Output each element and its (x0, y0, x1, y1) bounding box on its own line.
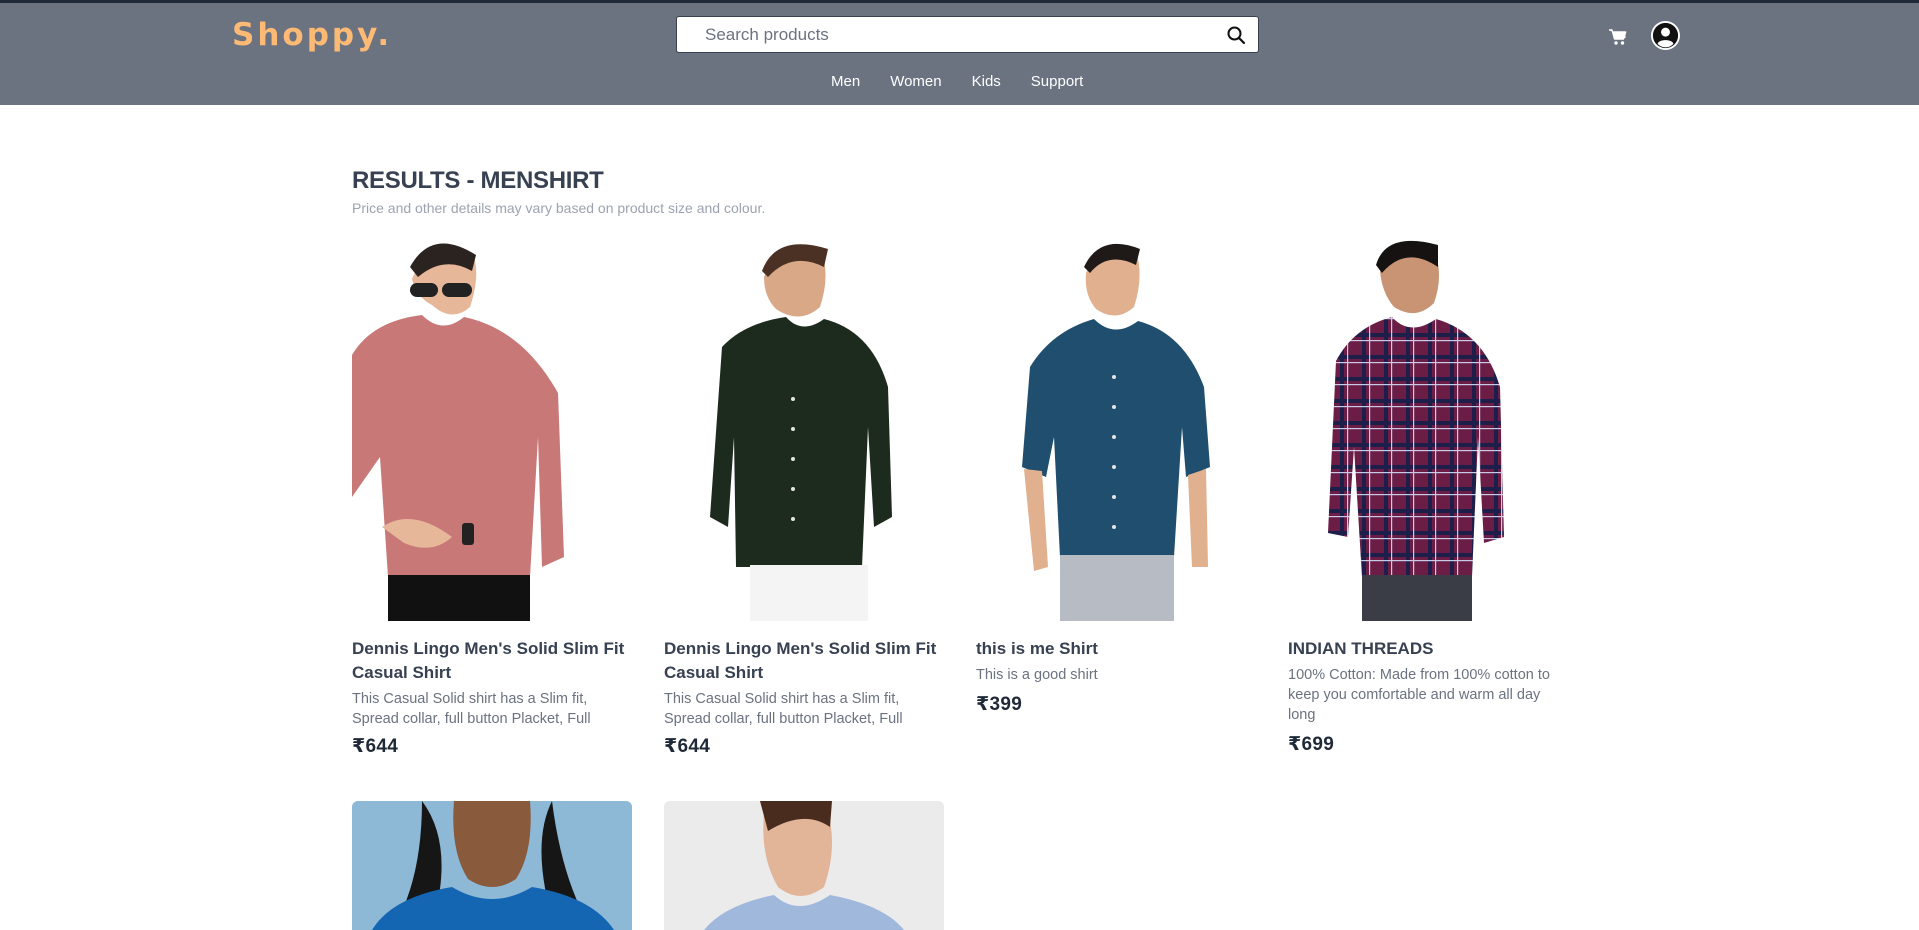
product-image[interactable] (976, 237, 1256, 621)
nav-item-men[interactable]: Men (831, 73, 860, 90)
product-image[interactable] (352, 801, 632, 930)
product-title[interactable]: Dennis Lingo Men's Solid Slim Fit Casual… (352, 637, 632, 685)
results-title: RESULTS - MENSHIRT (352, 167, 604, 194)
product-title[interactable]: this is me Shirt (976, 637, 1256, 661)
nav-item-kids[interactable]: Kids (972, 73, 1001, 90)
results-subtitle: Price and other details may vary based o… (352, 200, 766, 216)
product-image[interactable] (664, 237, 944, 621)
product-price: ₹644 (352, 736, 399, 757)
brand-logo[interactable]: Shoppy. (232, 17, 392, 53)
product-price: ₹399 (976, 694, 1023, 715)
product-image[interactable] (352, 237, 632, 621)
product-price: ₹699 (1288, 734, 1335, 755)
product-title[interactable]: INDIAN THREADS (1288, 637, 1568, 661)
nav-item-women[interactable]: Women (890, 73, 941, 90)
search-input[interactable] (705, 17, 1205, 52)
product-description: This Casual Solid shirt has a Slim fit, … (352, 691, 591, 727)
search-icon[interactable] (1226, 25, 1246, 45)
product-description: This is a good shirt (976, 667, 1098, 683)
product-image[interactable] (1288, 237, 1568, 621)
product-description: 100% Cotton: Made from 100% cotton to ke… (1288, 667, 1550, 723)
nav-item-support[interactable]: Support (1031, 73, 1084, 90)
cart-icon[interactable] (1608, 27, 1628, 47)
product-image[interactable] (664, 801, 944, 930)
product-description: This Casual Solid shirt has a Slim fit, … (664, 691, 903, 727)
product-title[interactable]: Dennis Lingo Men's Solid Slim Fit Casual… (664, 637, 944, 685)
site-header: Shoppy. Men Women Kids Support (0, 3, 1919, 105)
user-account-icon[interactable] (1650, 20, 1681, 51)
product-price: ₹644 (664, 736, 711, 757)
search-bar (676, 16, 1259, 53)
